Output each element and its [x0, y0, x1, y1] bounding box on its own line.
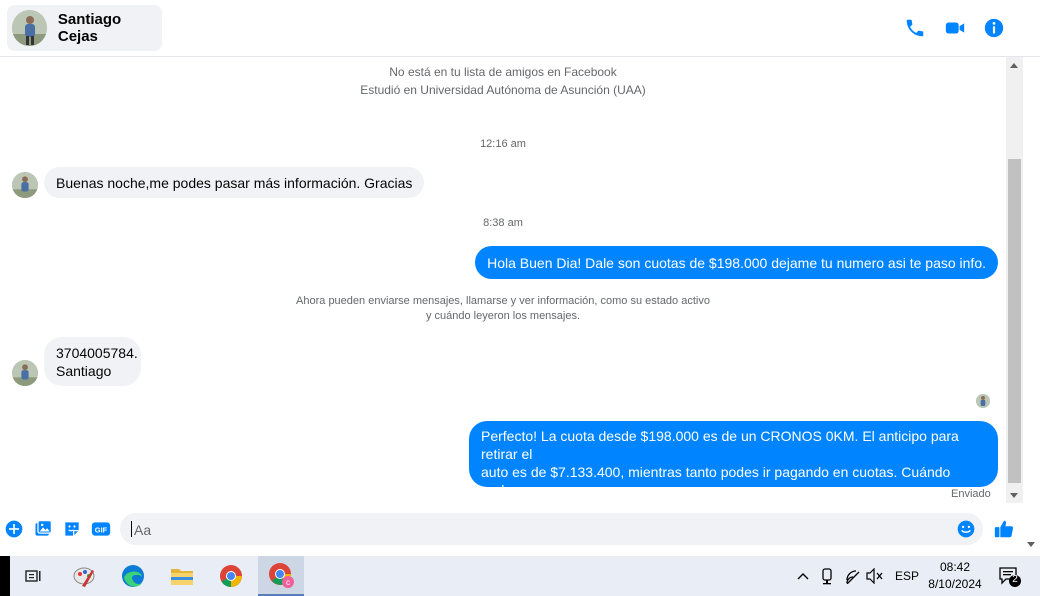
taskbar-edge — [0, 556, 10, 596]
notice-line-1: Ahora pueden enviarse mensajes, llamarse… — [296, 295, 710, 307]
chat-header: Santiago Cejas — [0, 0, 1040, 57]
edge-icon[interactable] — [110, 556, 156, 596]
meet-now-icon[interactable] — [820, 567, 834, 585]
phone-icon[interactable] — [904, 17, 926, 39]
incoming-message[interactable]: 3704005784. Santiago — [44, 337, 141, 386]
sticker-icon[interactable] — [62, 519, 82, 539]
contact-intro: No está en tu lista de amigos en Faceboo… — [0, 63, 1006, 99]
seen-avatar — [976, 394, 990, 408]
message-line: Santiago — [56, 363, 112, 379]
photo-icon[interactable] — [33, 519, 53, 539]
wifi-icon[interactable] — [845, 568, 861, 584]
message-list[interactable]: No está en tu lista de amigos en Faceboo… — [0, 57, 1006, 516]
message-composer: GIF — [0, 503, 1040, 555]
clock-date: 8/10/2024 — [928, 577, 982, 591]
message-line: auto es de $7.133.400, mientras tanto po… — [481, 464, 951, 498]
like-icon[interactable] — [993, 518, 1015, 540]
contact-profile-button[interactable]: Santiago Cejas — [7, 5, 162, 51]
emoji-icon[interactable] — [956, 519, 976, 539]
chrome-profile-icon[interactable]: c — [258, 556, 304, 596]
paint-app-icon[interactable] — [62, 556, 108, 596]
contact-name: Santiago Cejas — [57, 11, 122, 45]
notice-line-2: y cuándo leyeron los mensajes. — [425, 310, 581, 322]
video-camera-icon[interactable] — [944, 17, 966, 39]
timestamp: 8:38 am — [483, 217, 523, 229]
privacy-notice: Ahora pueden enviarse mensajes, llamarse… — [0, 294, 1006, 324]
outgoing-message[interactable]: Perfecto! La cuota desde $198.000 es de … — [469, 421, 998, 516]
message-line: 3704005784. — [56, 345, 138, 361]
timestamp: 12:16 am — [480, 138, 526, 150]
scroll-thumb[interactable] — [1008, 159, 1021, 483]
vertical-scrollbar[interactable] — [1006, 57, 1023, 503]
plus-icon[interactable] — [4, 519, 24, 539]
scroll-up-icon[interactable] — [1010, 63, 1018, 68]
volume-muted-icon[interactable] — [866, 568, 884, 584]
info-icon[interactable] — [983, 17, 1005, 39]
clock-time: 08:42 — [939, 560, 971, 574]
sender-avatar[interactable] — [12, 172, 38, 198]
gif-icon[interactable]: GIF — [91, 519, 111, 539]
windows-taskbar: c ESP 08:42 8/10/2024 2 — [0, 556, 1040, 596]
page-scroll-down-icon[interactable] — [1027, 542, 1035, 547]
chevron-up-icon[interactable] — [796, 569, 810, 583]
intro-education: Estudió en Universidad Autónoma de Asunc… — [360, 83, 646, 97]
contact-avatar — [12, 10, 47, 46]
scroll-down-icon[interactable] — [1010, 493, 1018, 498]
incoming-message[interactable]: Buenas noche,me podes pasar más informac… — [44, 167, 425, 198]
sender-avatar[interactable] — [12, 360, 38, 386]
message-input[interactable] — [132, 521, 956, 539]
svg-text:c: c — [286, 578, 290, 587]
sent-status: Enviado — [951, 488, 991, 500]
file-explorer-icon[interactable] — [159, 556, 205, 596]
outgoing-message[interactable]: Hola Buen Dia! Dale son cuotas de $198.0… — [475, 246, 998, 279]
chrome-icon[interactable] — [208, 556, 254, 596]
notification-badge: 2 — [1012, 574, 1018, 585]
gif-label: GIF — [95, 525, 108, 534]
system-clock[interactable]: 08:42 8/10/2024 — [920, 559, 990, 593]
language-indicator[interactable]: ESP — [895, 569, 919, 583]
message-line: Perfecto! La cuota desde $198.000 es de … — [481, 428, 959, 462]
intro-friend-status: No está en tu lista de amigos en Faceboo… — [389, 65, 617, 79]
task-view-icon[interactable] — [10, 556, 56, 596]
message-input-box[interactable] — [120, 513, 983, 545]
